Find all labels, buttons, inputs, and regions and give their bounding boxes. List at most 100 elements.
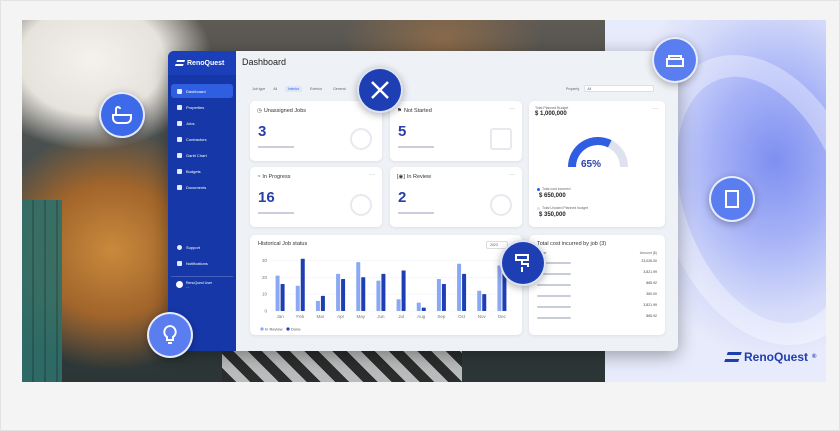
- bar-in-review[interactable]: [436, 278, 441, 311]
- bar-in-review[interactable]: [477, 290, 482, 311]
- divider: [398, 146, 434, 148]
- bar-in-review[interactable]: [275, 275, 280, 311]
- filter-interior[interactable]: Interior: [285, 86, 303, 92]
- user-profile[interactable]: RenoQuest User —: [171, 276, 233, 292]
- sidebar-item-label: Gantt Chart: [186, 152, 207, 158]
- planned-budget-value: $ 1,000,000: [535, 111, 567, 117]
- bar-in-review[interactable]: [356, 262, 361, 311]
- bar-done[interactable]: [421, 307, 426, 311]
- sidebar-item-label: Budgets: [186, 168, 201, 174]
- review-icon: [◉]: [397, 174, 405, 180]
- card-title: ⚑ Not Started: [397, 108, 432, 114]
- more-icon[interactable]: ···: [509, 172, 515, 178]
- legend-label: Total Unused Planned budget: [542, 206, 588, 210]
- table-row[interactable]: 3,821.99: [537, 303, 657, 311]
- progress-ghost-icon: [350, 194, 372, 216]
- divider: [398, 212, 434, 214]
- sidebar-item-properties[interactable]: Properties: [171, 100, 233, 114]
- x-tick-label: May: [356, 314, 365, 319]
- property-select[interactable]: All: [584, 85, 655, 92]
- filter-all[interactable]: All: [270, 86, 280, 92]
- sidebar-item-gantt-chart[interactable]: Gantt Chart: [171, 148, 233, 162]
- sidebar-bottom: Support Notifications RenoQuest User —: [168, 239, 236, 292]
- more-icon[interactable]: ···: [509, 106, 515, 112]
- tools-icon: [177, 120, 182, 126]
- bar-done[interactable]: [280, 284, 285, 311]
- filter-general[interactable]: General: [330, 86, 348, 92]
- table-row[interactable]: 3,821.99: [537, 270, 657, 278]
- sidebar-item-budgets[interactable]: Budgets: [171, 164, 233, 178]
- page-title: Dashboard: [242, 57, 287, 67]
- document-icon: [177, 168, 182, 174]
- x-tick-label: Oct: [458, 314, 466, 319]
- more-icon[interactable]: ···: [369, 172, 375, 178]
- stat-card-in-review[interactable]: [◉] In Review ··· 2: [390, 167, 522, 227]
- bar-done[interactable]: [381, 273, 386, 311]
- bar-done[interactable]: [441, 284, 446, 311]
- table-row[interactable]: 23,026.00: [537, 259, 657, 267]
- progress-icon: ◔: [257, 174, 261, 180]
- cost-title: Total cost incurred by job (3): [537, 241, 607, 247]
- sidebar-item-contractors[interactable]: Contractors: [171, 132, 233, 146]
- job-type-filter: Job type All Interior Exterior General: [252, 86, 349, 92]
- bar-in-review[interactable]: [396, 299, 401, 311]
- bar-in-review[interactable]: [416, 302, 421, 311]
- paint-roller-icon: [515, 254, 529, 272]
- bar-done[interactable]: [462, 273, 467, 311]
- historical-chart-card: Historical Job status 2023 0 10 20 30 Jan Feb…: [250, 235, 522, 335]
- card-title-text: In Progress: [262, 174, 291, 180]
- stat-value: 16: [258, 189, 275, 206]
- dashboard-window: RenoQuest Dashboard Properties Jobs Cont…: [168, 51, 678, 351]
- bell-icon: [177, 260, 182, 266]
- y-tick-label: 30: [262, 258, 268, 263]
- sidebar-item-support[interactable]: Support: [171, 240, 233, 254]
- bar-in-review[interactable]: [315, 300, 320, 311]
- bar-done[interactable]: [482, 294, 487, 311]
- job-name-placeholder: [537, 317, 571, 319]
- filter-label: Job type: [252, 87, 266, 91]
- sidebar-item-jobs[interactable]: Jobs: [171, 116, 233, 130]
- more-icon[interactable]: ···: [652, 106, 658, 112]
- cost-amount: 865.92: [646, 281, 657, 285]
- brand-name: RenoQuest: [744, 350, 809, 364]
- stat-card-not-started[interactable]: ⚑ Not Started ··· 5: [390, 101, 522, 161]
- legend-label: In Review: [265, 327, 283, 332]
- legend-dot: [537, 187, 540, 191]
- bar-done[interactable]: [341, 278, 346, 311]
- card-title: [◉] In Review: [397, 174, 431, 180]
- sidebar-item-notifications[interactable]: Notifications: [171, 256, 233, 270]
- bar-in-review[interactable]: [497, 265, 502, 311]
- bar-in-review[interactable]: [295, 285, 300, 311]
- sidebar-nav: Dashboard Properties Jobs Contractors Ga…: [168, 84, 236, 194]
- table-row[interactable]: 865.92: [537, 314, 657, 322]
- bar-done[interactable]: [320, 295, 325, 311]
- card-title-text: Not Started: [403, 108, 432, 114]
- sidebar-item-dashboard[interactable]: Dashboard: [171, 84, 233, 98]
- y-tick-label: 0: [264, 309, 267, 314]
- bar-in-review[interactable]: [376, 280, 381, 311]
- sidebar-item-label: Properties: [186, 104, 205, 110]
- sidebar-logo[interactable]: RenoQuest: [168, 51, 236, 75]
- sidebar-item-label: Documents: [186, 184, 207, 190]
- sidebar-item-documents[interactable]: Documents: [171, 180, 233, 194]
- legend-dot: [537, 206, 540, 210]
- stat-card-in-progress[interactable]: ◔ In Progress ··· 16: [250, 167, 382, 227]
- job-name-placeholder: [537, 306, 571, 308]
- sidebar-item-label: Contractors: [186, 136, 207, 142]
- x-tick-label: Jul: [398, 314, 404, 319]
- flag-ghost-icon: [490, 128, 512, 150]
- bar-done[interactable]: [300, 258, 305, 311]
- filter-exterior[interactable]: Exterior: [307, 86, 325, 92]
- stat-card-unassigned[interactable]: ◷Unassigned Jobs ··· 3: [250, 101, 382, 161]
- card-title-text: In Review: [406, 174, 432, 180]
- bar-done[interactable]: [361, 277, 366, 311]
- budget-percent: 65%: [581, 159, 602, 170]
- table-row[interactable]: 360.00: [537, 292, 657, 300]
- bar-in-review[interactable]: [457, 263, 462, 311]
- stat-value: 2: [398, 189, 407, 206]
- table-row[interactable]: 865.92: [537, 281, 657, 289]
- bar-done[interactable]: [401, 270, 406, 312]
- planned-budget-label: Total Planned Budget: [535, 106, 569, 110]
- bar-in-review[interactable]: [336, 273, 341, 311]
- sidebar: RenoQuest Dashboard Properties Jobs Cont…: [168, 51, 236, 351]
